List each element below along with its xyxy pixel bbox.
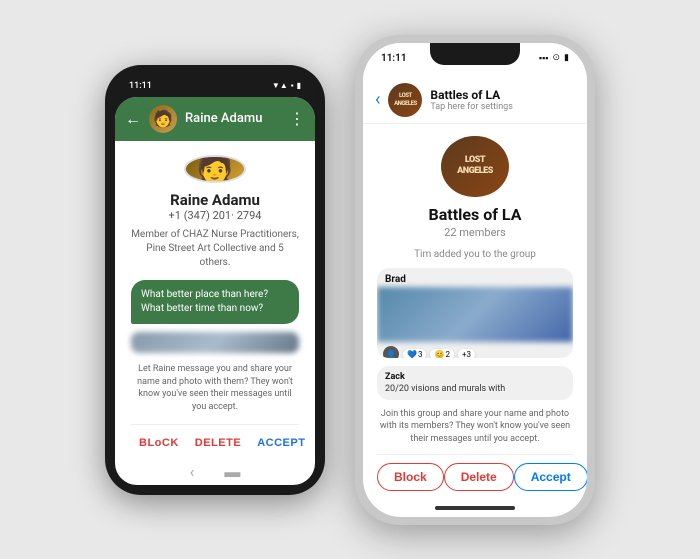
iphone-time: 11:11	[381, 53, 407, 64]
iphone-bottom-bar	[363, 499, 587, 517]
avatar-icon: 🧑	[196, 155, 233, 184]
iphone-screen: 11:11 ▪▪▪ ⊙ ▮ ‹ LOSTANGELES Battles of L…	[363, 43, 587, 517]
iphone-back-button[interactable]: ‹	[375, 89, 380, 110]
zack-sender-name: Zack	[385, 372, 565, 382]
chat-reactions: 👤 💙 3 😊 2 +3	[377, 342, 573, 357]
home-indicator	[435, 506, 515, 510]
signal-icon: ▼▲	[272, 81, 288, 90]
group-members-count: 22 members	[444, 226, 506, 239]
action-buttons: BLoCK DELETE ACCEPT	[131, 424, 299, 453]
android-status-bar: 11:11 ▼▲ ▪ ▮	[115, 75, 315, 97]
nav-back-icon[interactable]: ‹	[190, 462, 195, 481]
iphone-block-button[interactable]: Block	[377, 463, 444, 491]
chat-bubble: What better place than here? What better…	[131, 280, 299, 324]
zack-message-text: 20/20 visions and murals with	[385, 384, 565, 394]
signal-bars-icon: ▪▪▪	[539, 53, 549, 64]
tap-for-settings: Tap here for settings	[430, 102, 575, 112]
contact-avatar-small: 🧑	[149, 105, 177, 133]
notch-cutout	[430, 43, 520, 65]
smile-emoji: 😊	[434, 350, 444, 358]
chat-image-blurred	[131, 332, 299, 353]
system-message: Tim added you to the group	[414, 249, 536, 260]
group-avatar-text-small: LOSTANGELES	[394, 92, 417, 106]
block-button[interactable]: BLoCK	[131, 433, 187, 453]
group-icon-large: LOSTANGELES	[441, 136, 509, 198]
android-content: 🧑 Raine Adamu +1 (347) 201· 2794 Member …	[115, 141, 315, 463]
battery-icon: ▮	[297, 81, 301, 90]
group-avatar-small: LOSTANGELES	[388, 83, 422, 117]
battery-icon: ▮	[564, 53, 569, 63]
iphone-accept-button[interactable]: Accept	[514, 463, 587, 491]
chat-card-sender-name: Brad	[377, 268, 573, 287]
reaction-avatar: 👤	[383, 346, 399, 357]
android-status-icons: ▼▲ ▪ ▮	[272, 81, 301, 90]
android-screen: ← 🧑 Raine Adamu ⋮ 🧑 Raine Adamu +1 (347)…	[115, 97, 315, 485]
chat-card-brad: Brad 👤 💙 3 😊 2 +3	[377, 268, 573, 357]
profile-phone: +1 (347) 201· 2794	[169, 209, 262, 222]
group-icon-text-large: LOSTANGELES	[457, 155, 493, 178]
more-reactions: +3	[458, 349, 475, 358]
iphone-header-info[interactable]: Battles of LA Tap here for settings	[430, 88, 575, 112]
android-time: 11:11	[129, 81, 152, 91]
iphone-delete-button[interactable]: Delete	[444, 463, 514, 491]
group-title: Battles of LA	[429, 205, 522, 224]
iphone-content: LOSTANGELES Battles of LA 22 members Tim…	[363, 124, 587, 499]
android-phone: 11:11 ▼▲ ▪ ▮ ← 🧑 Raine Adamu ⋮ 🧑	[105, 65, 325, 495]
wifi-icon: ▪	[291, 81, 294, 90]
delete-button[interactable]: DELETE	[187, 433, 249, 453]
avatar-person-icon: 🧑	[153, 109, 173, 128]
iphone-status-icons: ▪▪▪ ⊙ ▮	[539, 53, 569, 64]
iphone-header: ‹ LOSTANGELES Battles of LA Tap here for…	[363, 79, 587, 124]
iphone-notch: 11:11 ▪▪▪ ⊙ ▮	[363, 43, 587, 79]
heart-emoji: 💙	[407, 350, 417, 358]
more-options-icon[interactable]: ⋮	[289, 109, 305, 128]
smile-count: 2	[445, 350, 450, 358]
iphone-privacy-notice: Join this group and share your name and …	[377, 408, 573, 446]
iphone-action-buttons: Block Delete Accept	[377, 454, 573, 491]
iphone: 11:11 ▪▪▪ ⊙ ▮ ‹ LOSTANGELES Battles of L…	[355, 35, 595, 525]
chat-card-image-blurred	[377, 287, 573, 342]
phones-container: 11:11 ▼▲ ▪ ▮ ← 🧑 Raine Adamu ⋮ 🧑	[85, 15, 615, 545]
smile-reaction: 😊 2	[430, 349, 453, 358]
group-name-header: Battles of LA	[430, 88, 575, 102]
chat-bubble-text: What better place than here? What better…	[141, 289, 268, 314]
accept-button[interactable]: ACCEPT	[249, 433, 313, 453]
android-header: ← 🧑 Raine Adamu ⋮	[115, 97, 315, 141]
profile-name: Raine Adamu	[170, 191, 260, 209]
profile-avatar: 🧑	[184, 155, 246, 184]
wifi-icon: ⊙	[553, 53, 561, 63]
nav-home-indicator: ▬	[224, 462, 240, 482]
privacy-notice: Let Raine message you and share your nam…	[131, 363, 299, 413]
back-button[interactable]: ←	[125, 109, 141, 129]
chat-bubble-zack: Zack 20/20 visions and murals with	[377, 366, 573, 400]
heart-reaction: 💙 3	[403, 349, 426, 358]
heart-count: 3	[418, 350, 423, 358]
profile-description: Member of CHAZ Nurse Practitioners, Pine…	[131, 228, 299, 270]
contact-name-header: Raine Adamu	[185, 111, 281, 126]
android-bottom-nav: ‹ ▬	[115, 463, 315, 485]
